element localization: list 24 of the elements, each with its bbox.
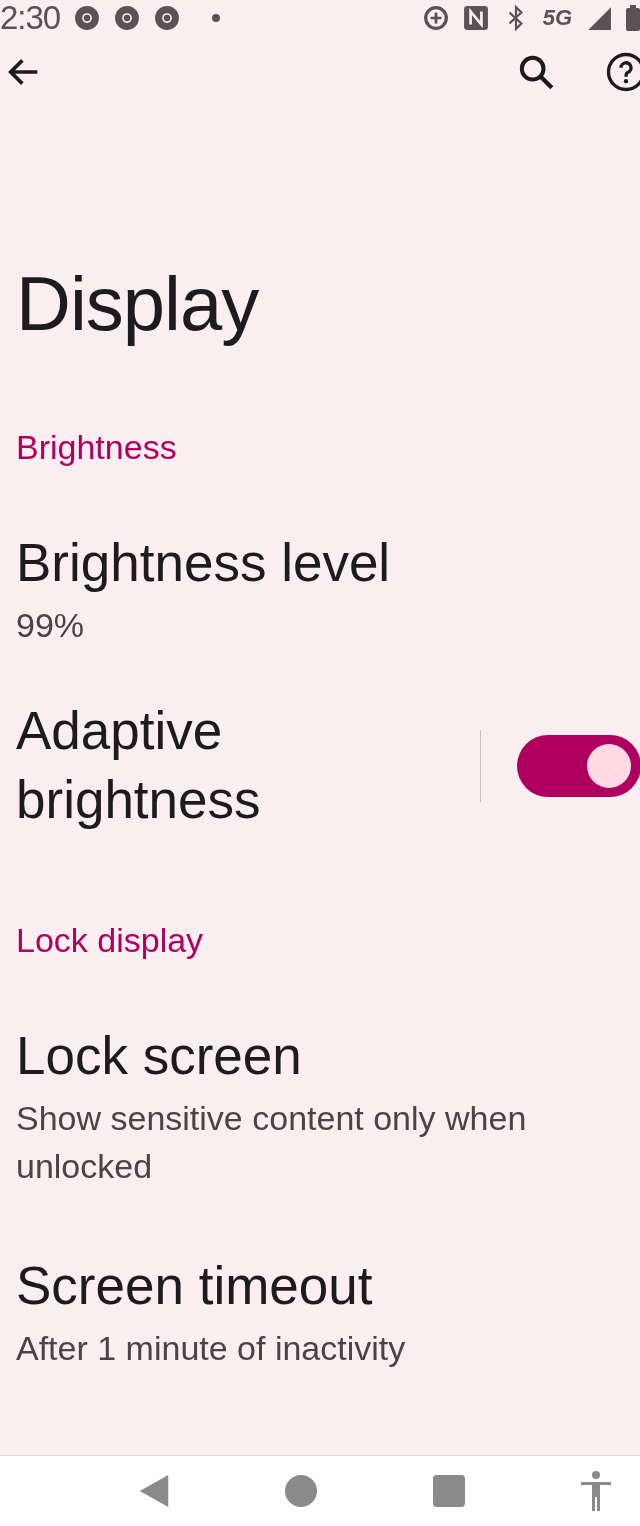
notification-dot-icon — [212, 14, 221, 22]
setting-summary: After 1 minute of inactivity — [16, 1328, 407, 1370]
data-saver-icon — [422, 5, 449, 31]
setting-title[interactable]: Brightness level — [16, 529, 624, 598]
help-icon[interactable] — [606, 52, 640, 92]
browser-icon — [74, 5, 101, 31]
toggle-switch[interactable] — [517, 735, 640, 798]
section-header: Brightness — [16, 428, 178, 467]
recents-icon[interactable] — [432, 1475, 465, 1507]
signal-icon — [586, 5, 612, 31]
setting-title[interactable]: Lock screen — [16, 1022, 624, 1092]
network-type: 5G — [542, 5, 572, 31]
browser-icon — [114, 5, 141, 31]
nfc-icon — [462, 5, 489, 31]
setting-summary: Show sensitive content only when unlocked — [16, 1098, 528, 1187]
status-time: 2:30 — [0, 0, 61, 37]
setting-summary: 99% — [16, 604, 86, 646]
home-icon[interactable] — [285, 1475, 318, 1507]
setting-title[interactable]: Adaptive brightness — [16, 697, 316, 836]
browser-icon — [154, 5, 181, 31]
section-header: Lock display — [16, 921, 205, 961]
accessibility-icon[interactable] — [580, 1471, 613, 1511]
setting-title[interactable]: Screen timeout — [16, 1252, 624, 1322]
battery-icon — [626, 4, 640, 32]
